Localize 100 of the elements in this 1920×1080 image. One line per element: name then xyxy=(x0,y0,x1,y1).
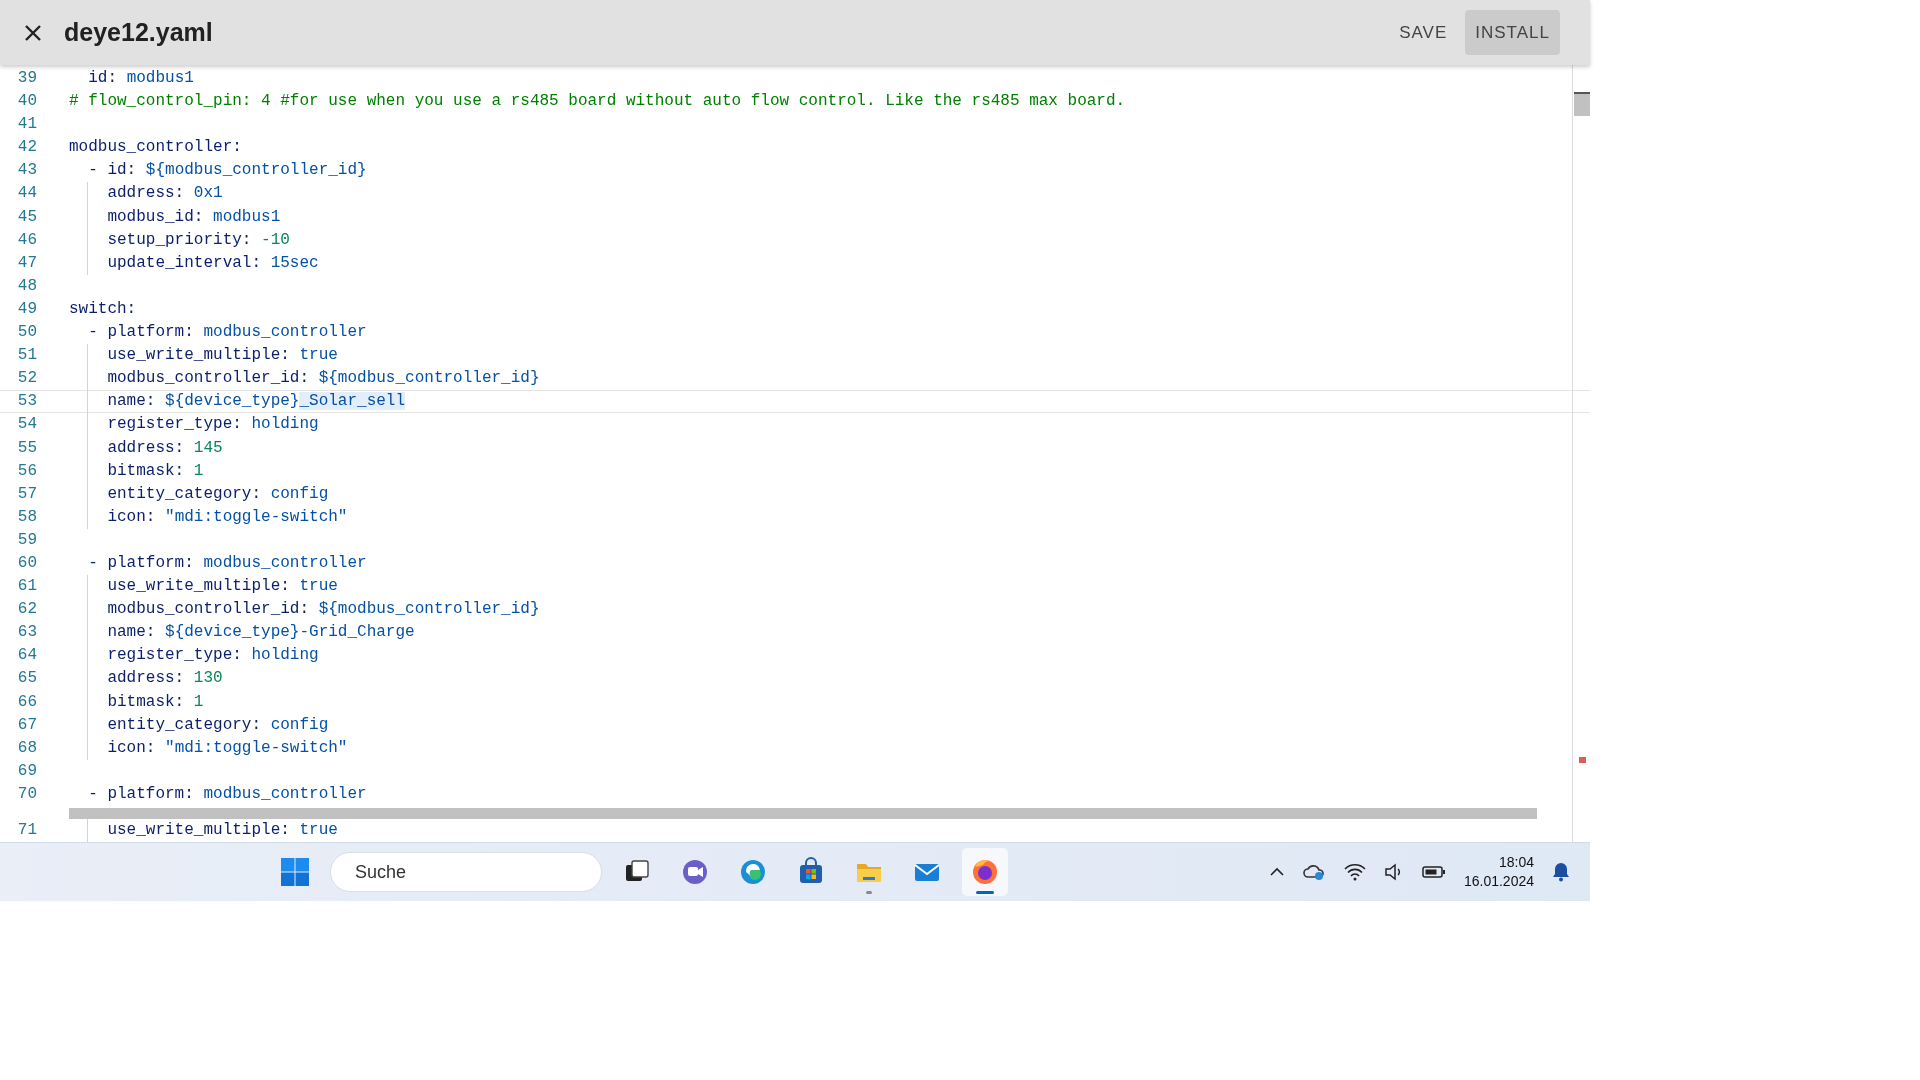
yaml-key: icon: xyxy=(107,507,156,526)
yaml-key: icon: xyxy=(107,738,156,757)
line-number: 66 xyxy=(16,691,37,713)
vertical-scrollbar[interactable] xyxy=(1572,65,1590,842)
search-field[interactable]: Suche xyxy=(330,852,602,892)
yaml-number: 130 xyxy=(193,669,223,688)
line-number: 60 xyxy=(16,552,37,574)
cloud-icon[interactable] xyxy=(1301,863,1326,881)
yaml-value: modbus1 xyxy=(213,207,281,226)
windows-logo-icon[interactable] xyxy=(280,857,310,887)
close-icon[interactable] xyxy=(24,23,42,42)
yaml-value: holding xyxy=(251,646,319,665)
yaml-key: - platform: xyxy=(88,784,194,803)
line-number: 54 xyxy=(16,414,37,436)
line-number: 41 xyxy=(16,114,37,136)
yaml-key: modbus_controller_id: xyxy=(107,369,310,388)
yaml-key: modbus_controller_id: xyxy=(107,600,310,619)
battery-icon[interactable] xyxy=(1421,865,1446,879)
date-text: 16.01.2024 xyxy=(1463,872,1534,891)
yaml-key: modbus_id: xyxy=(107,207,204,226)
line-number: 58 xyxy=(16,506,37,528)
line-number: 53 xyxy=(16,391,37,413)
line-number: 44 xyxy=(16,183,37,205)
yaml-key: bitmask: xyxy=(107,461,185,480)
yaml-value: modbus_controller xyxy=(203,553,367,572)
yaml-value: true xyxy=(299,577,338,596)
yaml-value: config xyxy=(270,484,329,503)
yaml-key: use_write_multiple: xyxy=(107,821,290,839)
yaml-key: switch: xyxy=(69,299,137,318)
yaml-number: 145 xyxy=(193,438,223,457)
toolbar-button[interactable]: SAVE xyxy=(1389,9,1458,56)
bell-icon[interactable] xyxy=(1552,862,1570,882)
clock[interactable]: 18:04 16.01.2024 xyxy=(1463,853,1534,891)
yaml-key: address: xyxy=(107,184,185,203)
yaml-value: "mdi:toggle-switch" xyxy=(165,738,348,757)
line-number: 50 xyxy=(16,322,37,344)
chevron-up-icon[interactable] xyxy=(1269,867,1284,877)
line-number: 39 xyxy=(16,68,37,89)
yaml-number: -10 xyxy=(261,230,290,249)
line-number: 67 xyxy=(16,714,37,736)
line-number: 56 xyxy=(16,460,37,482)
taskbar-app-button[interactable] xyxy=(962,848,1008,896)
line-number: 52 xyxy=(16,368,37,390)
yaml-number: 1 xyxy=(193,692,204,711)
yaml-key: - platform: xyxy=(88,323,194,342)
yaml-value: modbus1 xyxy=(126,69,194,87)
scrollbar-thumb[interactable] xyxy=(1574,92,1590,116)
yaml-key: bitmask: xyxy=(107,692,185,711)
yaml-value: ${modbus_controller_id} xyxy=(318,600,540,619)
video-chat-icon xyxy=(680,857,710,887)
line-number: 48 xyxy=(16,275,37,297)
line-number: 55 xyxy=(16,437,37,459)
yaml-key: address: xyxy=(107,669,185,688)
yaml-key: update_interval: xyxy=(107,253,262,272)
yaml-value: ${device_type} xyxy=(165,392,300,411)
yaml-key: - id: xyxy=(88,161,137,180)
yaml-value: config xyxy=(270,715,329,734)
yaml-value: 15sec xyxy=(270,253,319,272)
yaml-value: holding xyxy=(251,415,319,434)
yaml-key: use_write_multiple: xyxy=(107,346,290,365)
yaml-key: id: xyxy=(88,69,117,87)
yaml-value: ${modbus_controller_id} xyxy=(145,161,367,180)
yaml-key: entity_category: xyxy=(107,484,262,503)
time-text: 18:04 xyxy=(1497,853,1534,872)
line-number: 51 xyxy=(16,345,37,367)
yaml-key: modbus_controller: xyxy=(69,138,242,157)
search-match: _Solar_sell xyxy=(299,392,406,411)
line-number: 70 xyxy=(16,783,37,805)
yaml-key: - platform: xyxy=(88,553,194,572)
yaml-key: name: xyxy=(107,392,156,411)
line-number: 71 xyxy=(16,820,37,841)
line-number: 63 xyxy=(16,622,37,644)
yaml-value: modbus_controller xyxy=(203,323,367,342)
line-number: 47 xyxy=(16,252,37,274)
yaml-key: register_type: xyxy=(107,646,242,665)
line-number: 49 xyxy=(16,298,37,320)
code-comment: # flow_control_pin: 4 #for use when you use a rs485 board without auto flow control. Like the rs485 max board. xyxy=(69,92,1126,111)
line-number: 57 xyxy=(16,483,37,505)
browser-icon xyxy=(738,857,768,887)
line-number: 64 xyxy=(16,645,37,667)
line-number: 65 xyxy=(16,668,37,690)
yaml-key: register_type: xyxy=(107,415,242,434)
line-number: 68 xyxy=(16,737,37,759)
line-number: 45 xyxy=(16,206,37,228)
yaml-value: true xyxy=(299,346,338,365)
yaml-value: ${modbus_controller_id} xyxy=(318,369,540,388)
yaml-value: ${device_type}-Grid_Charge xyxy=(165,623,415,642)
yaml-key: setup_priority: xyxy=(107,230,252,249)
toolbar-button[interactable]: INSTALL xyxy=(1465,9,1560,56)
line-number: 46 xyxy=(16,229,37,251)
horizontal-scrollbar[interactable] xyxy=(69,808,1537,819)
yaml-value: 0x1 xyxy=(193,184,223,203)
wifi-icon[interactable] xyxy=(1343,863,1366,881)
search-input[interactable]: Suche xyxy=(353,857,589,887)
line-number: 42 xyxy=(16,137,37,159)
line-number: 62 xyxy=(16,599,37,621)
yaml-key: name: xyxy=(107,623,156,642)
error-marker xyxy=(1579,757,1586,763)
file-title: deye12.yaml xyxy=(64,16,213,48)
line-number: 59 xyxy=(16,529,37,551)
